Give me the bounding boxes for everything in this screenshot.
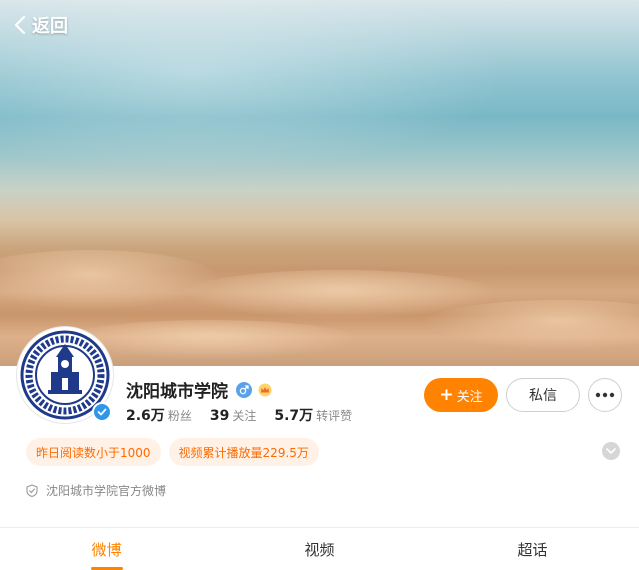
tab-supertopic[interactable]: 超话 <box>426 528 639 570</box>
reposts-count: 5.7万 <box>274 408 314 424</box>
crown-icon <box>258 383 272 396</box>
profile-tags: 昨日阅读数小于1000 视频累计播放量229.5万 <box>26 438 327 466</box>
tag-video-plays[interactable]: 视频累计播放量229.5万 <box>168 438 319 466</box>
message-label: 私信 <box>529 388 557 404</box>
fans-label[interactable]: 粉丝 <box>168 407 192 424</box>
profile-name-row: 沈阳城市学院 <box>126 377 272 402</box>
chevron-down-icon <box>606 448 616 454</box>
back-label: 返回 <box>32 16 68 37</box>
profile-name: 沈阳城市学院 <box>126 382 228 402</box>
shield-icon <box>26 484 38 497</box>
following-count[interactable]: 39 <box>210 408 229 424</box>
verified-description: 沈阳城市学院官方微博 <box>26 482 166 499</box>
more-button[interactable] <box>588 378 622 412</box>
profile-tabs: 微博 视频 超话 <box>0 528 639 570</box>
following-label[interactable]: 关注 <box>232 407 256 424</box>
fans-count[interactable]: 2.6万 <box>126 405 165 425</box>
male-gender-icon <box>236 381 252 398</box>
reposts-label: 转评赞 <box>316 409 353 423</box>
more-dots-icon <box>595 392 615 398</box>
message-button[interactable]: 私信 <box>506 378 580 412</box>
chevron-left-icon <box>14 15 26 35</box>
tag-read-count[interactable]: 昨日阅读数小于1000 <box>26 438 161 466</box>
tab-video[interactable]: 视频 <box>213 528 426 570</box>
profile-stats: 2.6万 粉丝 39 关注 5.7万 转评赞 <box>126 405 370 425</box>
plus-icon: + <box>439 384 454 405</box>
back-button[interactable]: 返回 <box>14 12 68 38</box>
follow-label: 关注 <box>456 389 483 405</box>
tab-weibo[interactable]: 微博 <box>0 528 213 570</box>
expand-button[interactable] <box>602 442 620 460</box>
verified-desc-text: 沈阳城市学院官方微博 <box>46 484 167 498</box>
verified-badge-icon <box>92 402 112 422</box>
cover-banner: 返回 <box>0 0 639 366</box>
follow-button[interactable]: + 关注 <box>424 378 498 412</box>
